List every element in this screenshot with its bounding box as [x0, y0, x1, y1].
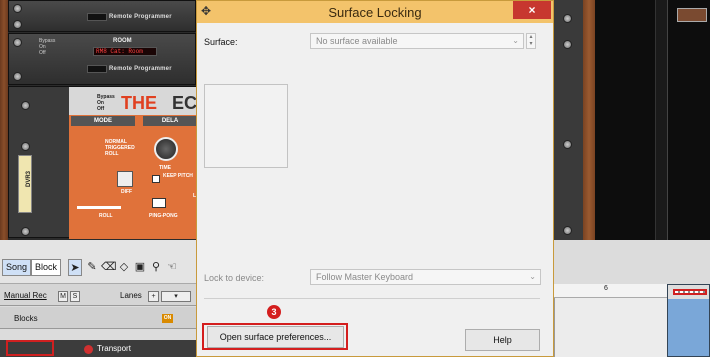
screw-icon — [13, 72, 22, 81]
rack-unit-remote-1: Remote Programmer — [8, 0, 196, 32]
roll-button[interactable] — [117, 171, 133, 187]
keep-pitch-checkbox[interactable] — [152, 175, 160, 183]
dialog-title: Surface Locking — [328, 5, 422, 20]
help-button[interactable]: Help — [465, 329, 540, 351]
surface-select-value: No surface available — [316, 36, 398, 46]
lanes-label: Lanes — [120, 291, 142, 300]
eraser-tool-icon[interactable]: ⌫ — [101, 259, 117, 276]
rack-empty-area — [595, 0, 655, 240]
keep-pitch-label: KEEP PITCH — [163, 173, 193, 179]
tape-label-strip: DVR3 — [18, 155, 32, 213]
remote-display — [87, 13, 107, 21]
time-knob[interactable] — [154, 137, 178, 161]
select-tool-icon[interactable]: ➤ — [68, 259, 82, 276]
screw-icon — [563, 226, 572, 235]
screw-icon — [13, 20, 22, 29]
mode-option-roll[interactable]: ROLL — [105, 151, 119, 157]
transport-highlight — [6, 340, 54, 356]
chevron-down-icon: ⌄ — [529, 272, 536, 281]
rack-wood-right — [583, 0, 595, 240]
blocks-on-badge[interactable]: ON — [162, 314, 173, 323]
remote-display — [87, 65, 107, 73]
rack-wood-left — [0, 0, 8, 240]
pencil-tool-icon[interactable]: ✎ — [85, 259, 99, 276]
lane-options-button[interactable]: ▾ — [161, 291, 191, 302]
open-surface-preferences-button[interactable]: Open surface preferences... — [207, 326, 344, 348]
lock-to-device-value: Follow Master Keyboard — [316, 272, 414, 282]
time-label: TIME — [159, 165, 171, 171]
transport-track-label: Transport — [97, 344, 131, 353]
screw-icon — [21, 101, 30, 110]
echo-section-delay: DELA — [143, 116, 197, 126]
screw-icon — [13, 4, 22, 13]
echo-off-label: Off — [97, 106, 105, 112]
room-display: RM8 Cat: Room — [93, 47, 157, 56]
transport-icon — [84, 345, 93, 354]
add-lane-button[interactable]: + — [148, 291, 159, 302]
solo-button[interactable]: S — [70, 291, 80, 302]
diff-label: DIFF — [121, 189, 133, 195]
hand-tool-icon[interactable]: ☜ — [165, 259, 179, 276]
dialog-titlebar[interactable]: ✥ Surface Locking × — [197, 1, 553, 23]
roll-slider[interactable] — [77, 206, 121, 209]
rack-scrollbar[interactable] — [655, 0, 667, 240]
remote-programmer-label: Remote Programmer — [109, 14, 172, 20]
echo-section-mode: MODE — [71, 116, 135, 126]
echo-logo-the: THE — [121, 93, 157, 113]
rack-unit-room[interactable]: Bypass On Off ROOM RM8 Cat: Room Remote … — [8, 33, 196, 85]
echo-device[interactable]: Bypass On Off THE EC MODE DELA NORMAL TR… — [8, 86, 198, 239]
screw-icon — [563, 14, 572, 23]
screen: Remote Programmer Bypass On Off ROOM RM8… — [0, 0, 710, 357]
magnify-tool-icon[interactable]: ⚲ — [149, 259, 163, 276]
surface-locking-dialog: ✥ Surface Locking × Surface: No surface … — [196, 0, 554, 357]
screw-icon — [563, 40, 572, 49]
screw-icon — [13, 38, 22, 47]
close-button[interactable]: × — [513, 1, 551, 19]
rack-rail-right — [553, 0, 583, 240]
mute-button[interactable]: M — [58, 291, 68, 302]
roll-label: ROLL — [99, 213, 113, 219]
block-mode-button[interactable]: Block — [31, 259, 62, 276]
overview-clip-pattern — [673, 289, 707, 295]
razor-tool-icon[interactable]: ◇ — [117, 259, 131, 276]
off-label: Off — [39, 50, 46, 56]
remote-programmer-label: Remote Programmer — [109, 66, 172, 72]
surface-label: Surface: — [204, 37, 238, 47]
dialog-separator — [204, 298, 540, 299]
mute-tool-icon[interactable]: ▣ — [133, 259, 147, 276]
screw-icon — [563, 140, 572, 149]
surface-preview — [204, 84, 288, 168]
lock-to-device-label: Lock to device: — [204, 273, 265, 283]
blocks-track-label: Blocks — [14, 314, 38, 323]
manual-rec-button[interactable]: Manual Rec — [4, 291, 47, 300]
ping-pong-label: PING-PONG — [149, 213, 178, 219]
lock-to-device-select[interactable]: Follow Master Keyboard ⌄ — [310, 269, 541, 285]
ruler-bar-number: 6 — [604, 285, 608, 292]
step-badge: 3 — [267, 305, 281, 319]
timeline-ruler[interactable] — [554, 284, 667, 298]
ping-pong-button[interactable] — [152, 198, 166, 208]
surface-spinner[interactable]: ▴ ▾ — [526, 33, 536, 49]
surface-select[interactable]: No surface available ⌄ — [310, 33, 524, 49]
chevron-down-icon: ⌄ — [512, 36, 519, 45]
tape-label: DVR3 — [26, 170, 33, 188]
rack-navigator-thumb[interactable] — [677, 8, 707, 22]
screw-icon — [21, 142, 30, 151]
rack-navigator[interactable] — [667, 0, 710, 240]
screw-icon — [21, 227, 30, 236]
song-mode-button[interactable]: Song — [2, 259, 32, 276]
room-label: ROOM — [113, 38, 132, 44]
echo-logo-rest: EC — [172, 93, 198, 113]
